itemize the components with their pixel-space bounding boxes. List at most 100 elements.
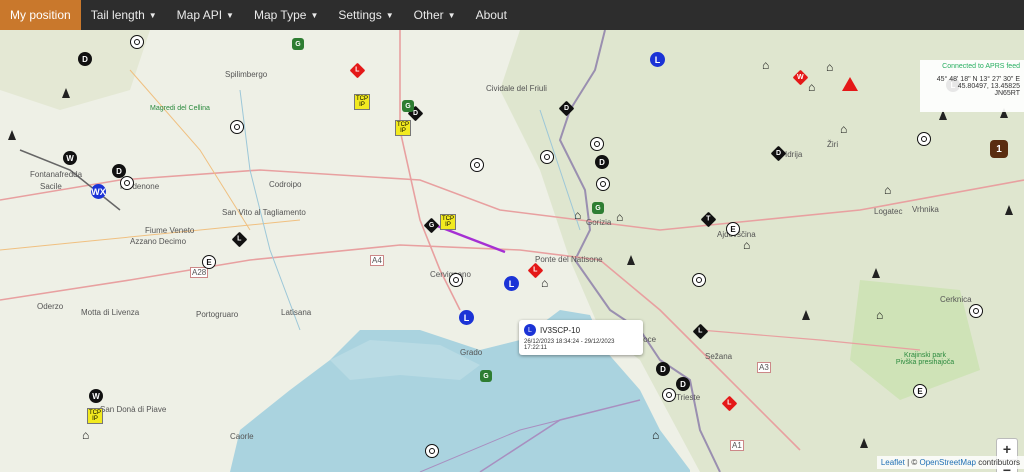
aprs-station-icon[interactable] [540, 150, 554, 164]
aprs-station-icon[interactable]: D [78, 52, 92, 66]
house-icon[interactable]: ⌂ [743, 238, 750, 252]
connection-status: Connected to APRS feed [942, 63, 1020, 70]
coords-decimal: 45.80497, 13.45825 [957, 83, 1020, 90]
house-icon[interactable]: ⌂ [876, 308, 883, 322]
aprs-station-icon[interactable] [662, 388, 676, 402]
nav-tail-length-label: Tail length [90, 8, 145, 22]
antenna-icon[interactable] [62, 88, 70, 98]
aprs-station-icon[interactable]: W [89, 389, 103, 403]
house-icon[interactable]: ⌂ [574, 208, 581, 222]
house-icon[interactable]: ⌂ [808, 80, 815, 94]
house-icon[interactable]: ⌂ [762, 58, 769, 72]
aprs-station-icon[interactable] [130, 35, 144, 49]
map-canvas[interactable]: Spilimbergo Cividale del Friuli Fontanaf… [0, 30, 1024, 472]
nav-map-api-label: Map API [176, 8, 223, 22]
aprs-station-icon[interactable]: TCP IP [440, 214, 456, 230]
top-navbar: My position Tail length ▼ Map API ▼ Map Ty… [0, 0, 1024, 30]
nav-my-position[interactable]: My position [0, 0, 81, 30]
road-label: A28 [190, 267, 209, 278]
road-label: A1 [730, 440, 744, 451]
aprs-station-icon[interactable] [596, 177, 610, 191]
aprs-station-icon[interactable] [590, 137, 604, 151]
aprs-station-icon[interactable]: W [63, 151, 77, 165]
attribution-contributors: contributors [975, 458, 1020, 467]
aprs-station-icon[interactable]: D [595, 155, 609, 169]
chevron-down-icon: ▼ [226, 10, 234, 20]
house-icon[interactable]: ⌂ [82, 428, 89, 442]
aprs-station-icon[interactable]: TCP IP [87, 408, 103, 424]
aprs-station-icon[interactable]: G [480, 370, 492, 382]
road-label: A4 [370, 255, 384, 266]
attribution-separator: | © [904, 458, 920, 467]
aprs-station-icon[interactable] [230, 120, 244, 134]
aprs-station-icon[interactable]: E [726, 222, 740, 236]
station-type-icon: L [524, 324, 536, 336]
place-label: Cividale del Friuli [486, 84, 547, 93]
place-label: Idrija [785, 150, 803, 159]
place-label: Vrhnika [912, 205, 939, 214]
place-label: Logatec [874, 207, 903, 216]
alert-triangle-icon[interactable] [842, 77, 858, 91]
aprs-station-icon[interactable]: D [676, 377, 690, 391]
aprs-station-icon[interactable] [969, 304, 983, 318]
nav-settings-label: Settings [338, 8, 382, 22]
house-icon[interactable]: ⌂ [884, 183, 891, 197]
antenna-icon[interactable] [872, 268, 880, 278]
nav-about[interactable]: About [466, 0, 517, 30]
aprs-station-icon[interactable]: G [592, 202, 604, 214]
nav-map-api[interactable]: Map API ▼ [167, 0, 244, 30]
antenna-icon[interactable] [802, 310, 810, 320]
house-icon[interactable]: ⌂ [826, 60, 833, 74]
aprs-station-icon[interactable] [692, 273, 706, 287]
antenna-icon[interactable] [8, 130, 16, 140]
nav-my-position-label: My position [10, 8, 71, 22]
aprs-station-icon[interactable]: L [504, 276, 519, 291]
house-icon[interactable]: ⌂ [541, 276, 548, 290]
house-icon[interactable]: ⌂ [616, 210, 623, 224]
aprs-station-icon[interactable]: WX [91, 184, 106, 199]
place-label: Fontanafredda [30, 170, 83, 179]
chevron-down-icon: ▼ [447, 10, 456, 20]
chevron-down-icon: ▼ [385, 10, 394, 20]
aprs-station-icon[interactable] [425, 444, 439, 458]
aprs-station-icon[interactable]: G [292, 38, 304, 50]
road-label: A3 [757, 362, 771, 373]
place-label: Motta di Livenza [81, 308, 140, 317]
nav-tail-length[interactable]: Tail length ▼ [81, 0, 167, 30]
nav-map-type[interactable]: Map Type ▼ [244, 0, 328, 30]
numbered-marker-icon[interactable]: 1 [990, 140, 1008, 158]
aprs-station-icon[interactable] [917, 132, 931, 146]
leaflet-link[interactable]: Leaflet [881, 458, 905, 467]
place-label: Caorle [230, 432, 254, 441]
place-label: Oderzo [37, 302, 64, 311]
osm-link[interactable]: OpenStreetMap [919, 458, 975, 467]
aprs-station-icon[interactable]: L [459, 310, 474, 325]
antenna-icon[interactable] [627, 255, 635, 265]
chevron-down-icon: ▼ [310, 10, 319, 20]
nav-map-type-label: Map Type [253, 8, 307, 22]
aprs-station-icon[interactable] [449, 273, 463, 287]
house-icon[interactable]: ⌂ [652, 428, 659, 442]
aprs-station-icon[interactable]: L [650, 52, 665, 67]
aprs-station-icon[interactable]: TCP IP [354, 94, 370, 110]
nav-other[interactable]: Other ▼ [404, 0, 466, 30]
aprs-station-icon[interactable]: D [656, 362, 670, 376]
place-label: Žiri [827, 140, 839, 149]
aprs-station-icon[interactable]: E [913, 384, 927, 398]
status-panel: Connected to APRS feed 45° 48' 18" N 13°… [920, 60, 1024, 112]
house-icon[interactable]: ⌂ [840, 122, 847, 136]
place-label: Sacile [40, 182, 62, 191]
station-popup[interactable]: L IV3SCP-10 26/12/2023 18:34:24 - 29/12/… [519, 320, 643, 355]
aprs-station-icon[interactable] [470, 158, 484, 172]
aprs-station-icon[interactable]: E [202, 255, 216, 269]
popup-callsign[interactable]: IV3SCP-10 [540, 326, 580, 335]
antenna-icon[interactable] [1005, 205, 1013, 215]
coords-locator: JN65RT [994, 90, 1020, 97]
aprs-station-icon[interactable]: G [402, 100, 414, 112]
aprs-station-icon[interactable] [120, 176, 134, 190]
place-label: Spilimbergo [225, 70, 268, 79]
aprs-station-icon[interactable]: TCP IP [395, 120, 411, 136]
nav-settings[interactable]: Settings ▼ [328, 0, 403, 30]
antenna-icon[interactable] [860, 438, 868, 448]
place-label: Portogruaro [196, 310, 239, 319]
